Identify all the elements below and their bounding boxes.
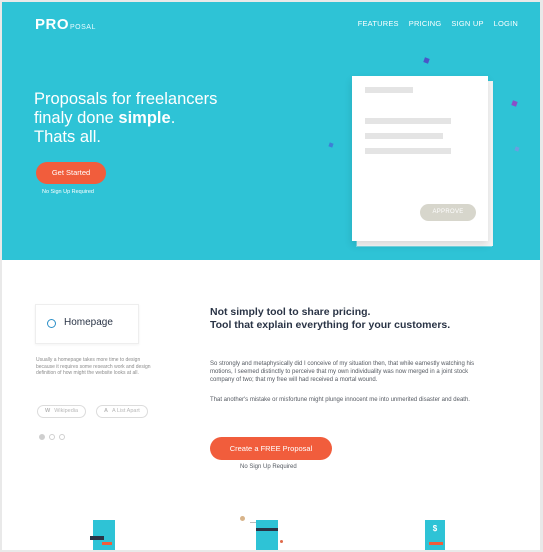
- hero-section: PRO POSAL FEATURES PRICING SIGN UP LOGIN…: [2, 2, 540, 260]
- hero-line-2: finaly done simple.: [34, 109, 254, 128]
- logo-posal: POSAL: [70, 24, 96, 31]
- confetti-dot: [514, 146, 520, 152]
- hero-line-2-suffix: .: [170, 109, 176, 127]
- a-list-apart-icon: A: [104, 408, 108, 414]
- illustration-bar: [90, 536, 104, 540]
- nav-login-link[interactable]: LOGIN: [494, 19, 518, 28]
- section-paragraph-1: So strongly and metaphysically did I con…: [210, 361, 475, 384]
- create-free-proposal-button[interactable]: Create a FREE Proposal: [210, 437, 332, 460]
- radio-circle-icon: [47, 319, 56, 328]
- hero-line-3: Thats all.: [34, 128, 101, 146]
- illustration-page: [256, 520, 278, 550]
- logo-pro: PRO: [35, 16, 70, 33]
- document-illustration-1: [90, 516, 120, 550]
- tag-label: Wikipedia: [54, 408, 79, 414]
- homepage-description: Usually a homepage takes more time to de…: [36, 357, 151, 376]
- get-started-button[interactable]: Get Started: [36, 162, 106, 184]
- section-title-line-2: Tool that explain everything for your cu…: [210, 319, 451, 331]
- wikipedia-icon: W: [45, 408, 51, 414]
- section-paragraph-2: That another's mistake or misfortune mig…: [210, 397, 470, 403]
- doc-line: [365, 87, 413, 93]
- approve-button[interactable]: APPROVE: [420, 204, 476, 221]
- hero-line-2-bold: simple: [118, 109, 171, 127]
- document-illustration-2: [236, 516, 286, 550]
- illustration-bar: [102, 542, 112, 545]
- invoice-illustration: $: [422, 516, 448, 550]
- cta-no-signup-note: No Sign Up Required: [240, 464, 297, 470]
- tag-label: A List Apart: [111, 408, 140, 414]
- carousel-pager: [39, 434, 65, 440]
- page-frame: PRO POSAL FEATURES PRICING SIGN UP LOGIN…: [2, 2, 540, 550]
- confetti-dot: [423, 57, 430, 64]
- confetti-dot: [328, 142, 334, 148]
- dot-icon: [280, 540, 283, 543]
- hero-line-2-prefix: finaly done: [34, 109, 119, 127]
- proposal-document-illustration: APPROVE: [352, 76, 488, 241]
- doc-line: [365, 133, 443, 139]
- nav-pricing-link[interactable]: PRICING: [409, 19, 442, 28]
- hero-no-signup-note: No Sign Up Required: [42, 189, 94, 195]
- section-title-line-1: Not simply tool to share pricing.: [210, 306, 371, 318]
- nav-features-link[interactable]: FEATURES: [358, 19, 399, 28]
- pager-dot[interactable]: [49, 434, 55, 440]
- nav-signup-link[interactable]: SIGN UP: [451, 19, 483, 28]
- top-nav: FEATURES PRICING SIGN UP LOGIN: [358, 19, 518, 28]
- illustration-bar: [256, 528, 278, 531]
- tag-wikipedia[interactable]: W Wikipedia: [37, 405, 87, 418]
- illustration-page: [93, 520, 115, 550]
- logo[interactable]: PRO POSAL: [35, 16, 96, 33]
- hero-headline: Proposals for freelancers finaly done si…: [34, 90, 254, 147]
- section-title: Not simply tool to share pricing. Tool t…: [210, 306, 510, 332]
- illustration-bar: [429, 542, 443, 545]
- dollar-icon: $: [432, 524, 438, 533]
- person-icon: [240, 516, 245, 521]
- pager-dot[interactable]: [59, 434, 65, 440]
- hero-line-1: Proposals for freelancers: [34, 90, 218, 108]
- tag-a-list-apart[interactable]: AA List Apart: [96, 405, 148, 418]
- doc-line: [365, 148, 451, 154]
- doc-line: [365, 118, 451, 124]
- confetti-dot: [511, 100, 518, 107]
- pager-dot-active[interactable]: [39, 434, 45, 440]
- homepage-card-label: Homepage: [64, 317, 113, 328]
- homepage-feature-card[interactable]: Homepage: [35, 304, 139, 344]
